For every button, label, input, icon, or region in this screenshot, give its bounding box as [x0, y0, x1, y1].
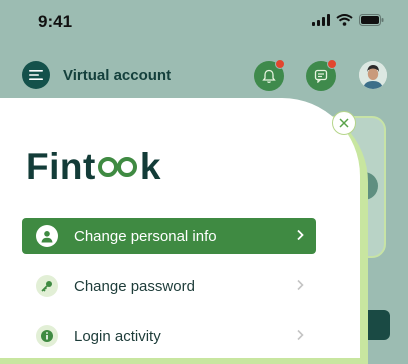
message-badge	[327, 59, 337, 69]
brand-text-end: k	[139, 146, 161, 187]
brand-logo: Fint k	[26, 145, 161, 189]
hamburger-icon	[29, 70, 43, 80]
menu-item-change-personal-info[interactable]: Change personal info	[22, 218, 316, 254]
page-title: Virtual account	[63, 67, 172, 84]
menu-item-login-activity[interactable]: Login activity	[22, 318, 316, 354]
signal-icon	[312, 14, 330, 26]
app-header: Virtual account	[0, 56, 408, 96]
info-icon	[36, 325, 58, 347]
user-icon	[36, 225, 58, 247]
messages-button[interactable]	[306, 59, 337, 91]
user-avatar-icon	[359, 61, 387, 89]
notification-badge	[275, 59, 285, 69]
menu-item-label: Login activity	[74, 327, 161, 345]
battery-icon	[359, 14, 384, 26]
menu-item-change-password[interactable]: Change password	[22, 268, 316, 304]
brand-infinity-icon	[97, 155, 139, 179]
key-icon	[36, 275, 58, 297]
close-icon	[339, 118, 349, 128]
status-time: 9:41	[38, 12, 73, 31]
message-icon	[314, 69, 328, 83]
status-bar: 9:41	[0, 0, 408, 44]
chevron-right-icon	[297, 329, 304, 341]
bell-icon	[262, 69, 276, 83]
chevron-right-icon	[297, 279, 304, 291]
brand-text-start: Fint	[26, 146, 96, 187]
status-icons	[312, 14, 384, 26]
wifi-icon	[336, 14, 353, 26]
menu-item-label: Change password	[74, 277, 195, 295]
close-drawer-button[interactable]	[332, 111, 356, 135]
menu-item-label: Change personal info	[74, 227, 217, 245]
chevron-right-icon	[297, 229, 304, 241]
avatar[interactable]	[359, 61, 387, 89]
menu-button[interactable]	[22, 61, 50, 89]
notifications-button[interactable]	[254, 59, 285, 91]
